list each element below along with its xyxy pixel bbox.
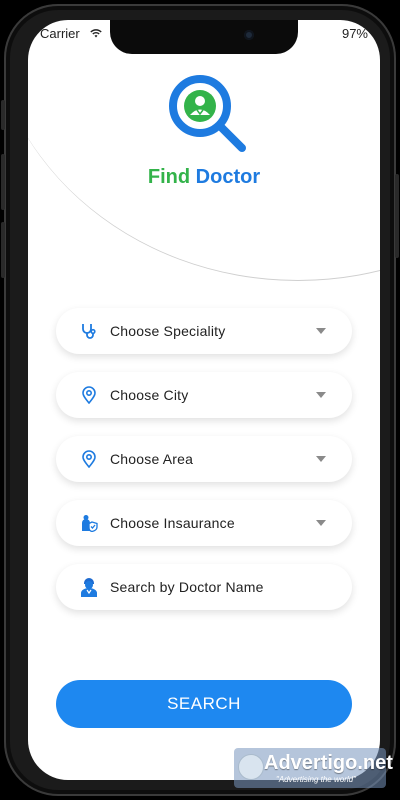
notch: [110, 20, 298, 54]
advertigo-watermark: Advertigo.net "Advertising the world": [234, 748, 393, 788]
insurance-label: Choose Insaurance: [110, 515, 235, 531]
stethoscope-icon: [78, 320, 100, 342]
speciality-dropdown[interactable]: Choose Speciality: [56, 308, 352, 354]
city-label: Choose City: [110, 387, 189, 403]
insurance-shield-icon: [78, 512, 100, 534]
power-button: [395, 174, 399, 258]
app-screen: Carrier 97% Find Doctor Choose Specialit…: [28, 20, 380, 780]
find-doctor-logo-icon: [169, 75, 246, 152]
search-button[interactable]: SEARCH: [56, 680, 352, 728]
doctor-name-input[interactable]: Search by Doctor Name: [56, 564, 352, 610]
area-dropdown[interactable]: Choose Area: [56, 436, 352, 482]
app-title-doctor: Doctor: [195, 166, 261, 188]
front-camera-icon: [244, 30, 254, 40]
phone-frame: Carrier 97% Find Doctor Choose Specialit…: [1, 4, 399, 796]
chevron-down-icon: [316, 520, 326, 526]
insurance-dropdown[interactable]: Choose Insaurance: [56, 500, 352, 546]
area-label: Choose Area: [110, 451, 194, 467]
chevron-down-icon: [316, 328, 326, 334]
watermark-sub-text: "Advertising the world": [276, 775, 356, 784]
status-bar-left: Carrier: [40, 26, 102, 41]
globe-icon: [238, 754, 264, 780]
volume-down-button: [1, 222, 5, 278]
speciality-label: Choose Speciality: [110, 323, 226, 339]
doctor-name-label: Search by Doctor Name: [110, 579, 264, 595]
watermark-main-text: Advertigo.net: [264, 752, 393, 774]
location-pin-icon: [78, 384, 100, 406]
battery-percent: 97%: [341, 26, 368, 41]
app-title-find: Find: [147, 166, 191, 188]
city-dropdown[interactable]: Choose City: [56, 372, 352, 418]
chevron-down-icon: [316, 392, 326, 398]
mute-switch: [1, 100, 5, 130]
app-title: Find Doctor: [28, 166, 380, 189]
doctor-icon: [78, 576, 100, 598]
status-bar-right: 97%: [342, 26, 368, 41]
location-pin-icon: [78, 448, 100, 470]
volume-up-button: [1, 154, 5, 210]
carrier-label: Carrier: [40, 26, 80, 41]
chevron-down-icon: [316, 456, 326, 462]
wifi-icon: [90, 29, 102, 38]
